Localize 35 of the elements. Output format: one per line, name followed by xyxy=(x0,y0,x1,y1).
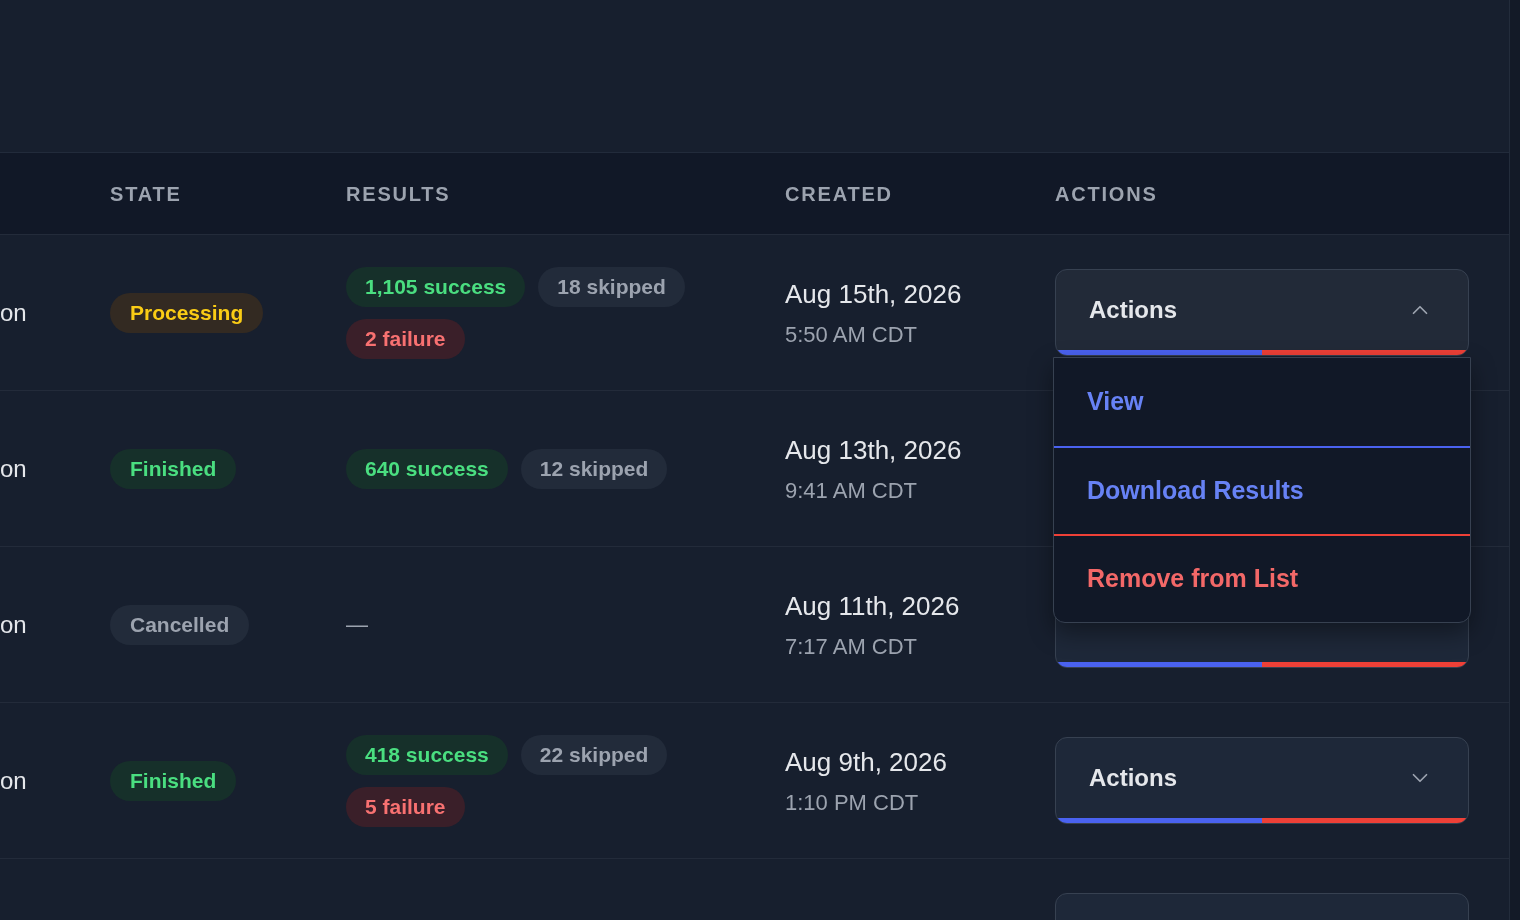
result-badge: 418 success xyxy=(346,734,508,775)
created-date: Aug 11th, 2026 xyxy=(785,589,961,623)
state-badge: Finished xyxy=(110,448,237,489)
created-time: 9:41 AM CDT xyxy=(785,476,919,505)
created-date: Aug 13th, 2026 xyxy=(785,433,963,467)
actions-dropdown-button[interactable]: Actions xyxy=(1055,269,1469,356)
column-header: CREATED xyxy=(785,181,894,207)
column-header: RESULTS xyxy=(346,181,452,207)
created-date: Aug 15th, 2026 xyxy=(785,277,963,311)
created-time: 7:17 AM CDT xyxy=(785,632,919,661)
table-cell-text: on xyxy=(0,454,27,482)
result-badge: 12 skipped xyxy=(520,448,668,489)
table-cell-text: on xyxy=(0,298,27,326)
state-badge: Processing xyxy=(110,292,264,333)
table-cell-text: on xyxy=(0,766,27,794)
result-badge: 2 failure xyxy=(346,318,465,359)
result-badge: 5 failure xyxy=(346,786,465,827)
table-cell-text: on xyxy=(0,610,27,638)
actions-dropdown-button[interactable]: Actions xyxy=(1055,737,1469,824)
result-badge: 1,105 success xyxy=(346,266,526,307)
button-label: Actions xyxy=(1089,295,1177,325)
created-time: 1:10 PM CDT xyxy=(785,788,920,817)
state-badge: Cancelled xyxy=(110,604,250,645)
empty-dash: — xyxy=(346,611,368,639)
created-date: Aug 9th, 2026 xyxy=(785,745,948,779)
menu-item[interactable]: Download Results xyxy=(1054,446,1470,534)
result-badge: 22 skipped xyxy=(520,734,668,775)
column-header: ACTIONS xyxy=(1055,181,1159,207)
state-badge: Finished xyxy=(110,760,237,801)
created-time: 5:50 AM CDT xyxy=(785,320,919,349)
button-label: Actions xyxy=(1089,763,1177,793)
column-header: STATE xyxy=(110,181,183,207)
result-badge: 18 skipped xyxy=(538,266,685,307)
menu-item[interactable]: View xyxy=(1054,358,1470,446)
result-badge: 640 success xyxy=(346,448,508,489)
